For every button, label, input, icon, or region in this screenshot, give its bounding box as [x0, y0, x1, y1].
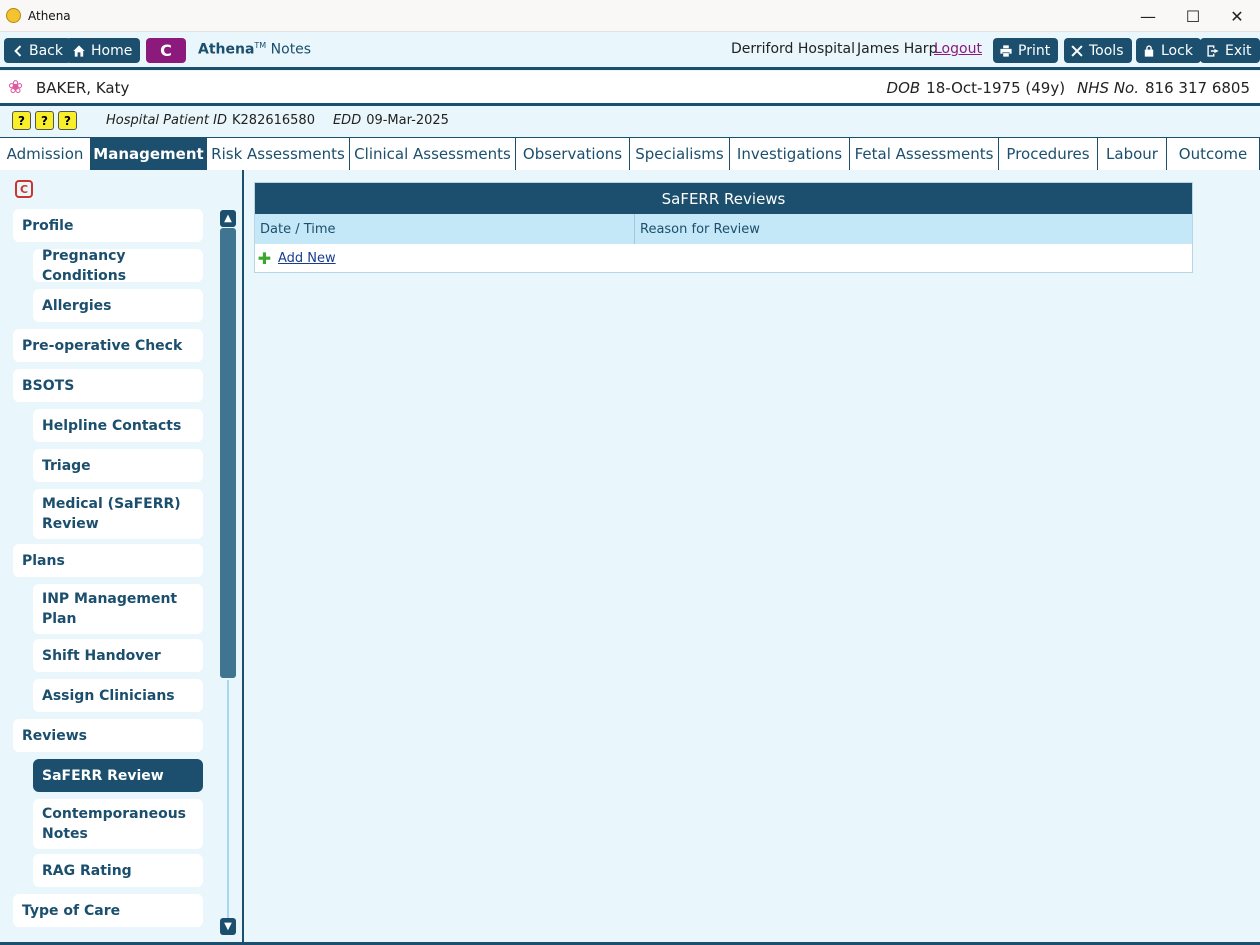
sidebar-item-type-of-care[interactable]: Type of Care [13, 894, 203, 927]
hospital-name: Derriford Hospital [731, 41, 856, 57]
tab-observations[interactable]: Observations [516, 137, 630, 170]
patient-banner: ❀ BAKER, Katy DOB 18-Oct-1975 (49y) NHS No… [0, 71, 1260, 103]
column-reason-for-review: Reason for Review [640, 221, 760, 237]
tab-clinical-assessments[interactable]: Clinical Assessments [350, 137, 516, 170]
tab-specialisms[interactable]: Specialisms [630, 137, 730, 170]
add-new-row: ✚ Add New [255, 244, 1192, 272]
sidebar-item-helpline-contacts[interactable]: Helpline Contacts [33, 409, 203, 442]
sidebar: C Profile Pregnancy Conditions Allergies… [0, 170, 244, 945]
sidebar-item-pregnancy-conditions[interactable]: Pregnancy Conditions [33, 248, 203, 284]
app-title: AthenaTM Notes [198, 41, 312, 58]
scroll-down-icon[interactable]: ▼ [220, 918, 236, 935]
sidebar-item-reviews[interactable]: Reviews [13, 719, 203, 752]
sidebar-item-allergies[interactable]: Allergies [33, 289, 203, 322]
tab-procedures[interactable]: Procedures [999, 137, 1098, 170]
patient-hospital-info: Hospital Patient ID K282616580 EDD 09-Mar-2… [106, 113, 449, 128]
sidebar-item-medical-saferr-review[interactable]: Medical (SaFERR) Review [33, 489, 203, 539]
minimize-icon[interactable]: — [1125, 0, 1171, 32]
help-icon[interactable]: ? [35, 111, 54, 130]
help-list-icon[interactable]: ? [12, 111, 31, 130]
chevron-left-icon [14, 44, 22, 57]
sidebar-item-shift-handover[interactable]: Shift Handover [33, 639, 203, 672]
tab-risk-assessments[interactable]: Risk Assessments [207, 137, 350, 170]
sidebar-item-inp-management-plan[interactable]: INP Management Plan [33, 584, 203, 634]
exit-button[interactable]: Exit [1200, 38, 1260, 63]
scroll-up-icon[interactable]: ▲ [220, 210, 236, 227]
tab-admission[interactable]: Admission [0, 137, 91, 170]
add-icon[interactable]: ✚ [257, 249, 272, 268]
help-doc-icon[interactable]: ? [58, 111, 77, 130]
panel-title: SaFERR Reviews [255, 183, 1192, 214]
table-header: Date / Time Reason for Review [255, 214, 1192, 244]
logout-link[interactable]: Logout [934, 41, 982, 57]
scrollbar-track[interactable] [227, 680, 229, 920]
tab-fetal-assessments[interactable]: Fetal Assessments [850, 137, 999, 170]
sidebar-item-saferr-review[interactable]: SaFERR Review [33, 759, 203, 792]
sidebar-item-assign-clinicians[interactable]: Assign Clinicians [33, 679, 203, 712]
sidebar-item-rag-rating[interactable]: RAG Rating [33, 854, 203, 887]
athena-app-icon [6, 8, 21, 23]
patient-identifiers: DOB 18-Oct-1975 (49y) NHS No. 816 317 6805 [886, 79, 1250, 97]
female-patient-icon: ❀ [8, 77, 24, 98]
printer-icon [1000, 44, 1012, 57]
saferr-reviews-panel: SaFERR Reviews Date / Time Reason for Re… [254, 182, 1193, 273]
tab-labour[interactable]: Labour [1098, 137, 1167, 170]
main-tabs: Admission Management Risk Assessments Cl… [0, 137, 1260, 170]
c-app-icon[interactable]: C [15, 180, 33, 198]
tools-icon [1071, 44, 1083, 57]
print-button[interactable]: Print [993, 38, 1059, 63]
exit-icon [1207, 44, 1219, 57]
column-date-time: Date / Time [255, 214, 635, 244]
window-title: Athena [28, 9, 71, 23]
tab-outcome[interactable]: Outcome [1167, 137, 1260, 170]
sidebar-item-plans[interactable]: Plans [13, 544, 203, 577]
sidebar-item-contemporaneous-notes[interactable]: Contemporaneous Notes [33, 799, 203, 849]
tab-investigations[interactable]: Investigations [730, 137, 850, 170]
c-button[interactable]: C [146, 38, 186, 63]
tools-button[interactable]: Tools [1064, 38, 1132, 63]
header-divider [0, 67, 1260, 70]
add-new-link[interactable]: Add New [278, 251, 336, 266]
sidebar-item-pre-operative-check[interactable]: Pre-operative Check [13, 329, 203, 362]
info-bar: ? ? ? Hospital Patient ID K282616580 EDD 09… [0, 106, 1260, 136]
home-button[interactable]: Home [66, 38, 141, 63]
patient-name: BAKER, Katy [36, 79, 130, 97]
back-button[interactable]: Back [4, 38, 71, 63]
window-titlebar: Athena — ☐ ✕ [0, 0, 1260, 32]
lock-icon [1144, 44, 1154, 57]
sidebar-item-bsots[interactable]: BSOTS [13, 369, 203, 402]
home-icon [73, 44, 85, 57]
tab-management[interactable]: Management [91, 137, 207, 170]
user-name: James Harp [857, 41, 938, 57]
maximize-icon[interactable]: ☐ [1170, 0, 1216, 32]
sidebar-item-triage[interactable]: Triage [33, 449, 203, 482]
lock-button[interactable]: Lock [1136, 38, 1201, 63]
close-icon[interactable]: ✕ [1214, 0, 1260, 32]
sidebar-item-profile[interactable]: Profile [13, 209, 203, 242]
scrollbar-thumb[interactable] [220, 228, 236, 678]
